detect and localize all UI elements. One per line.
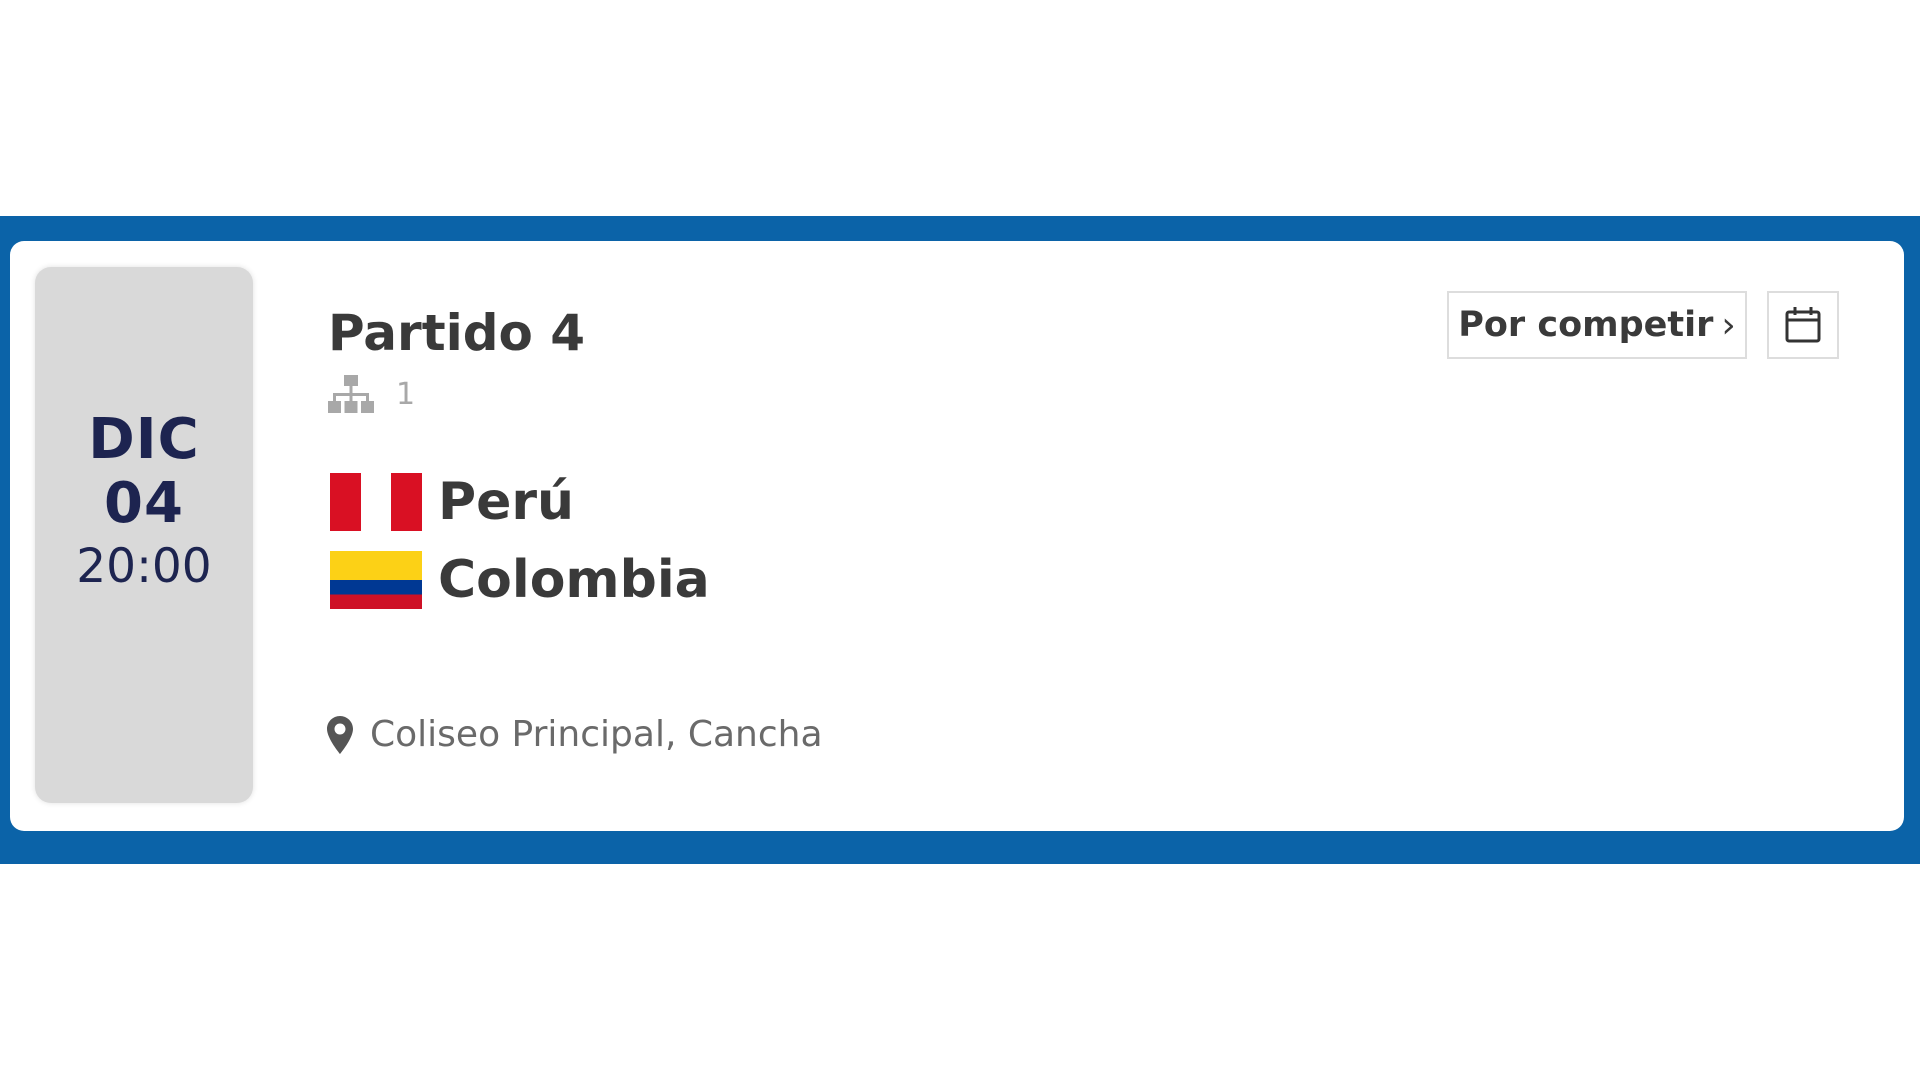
date-day: 04 (104, 471, 184, 536)
bracket-icon (328, 375, 374, 413)
team-name-peru: Perú (438, 472, 575, 532)
match-title: Partido 4 (328, 304, 586, 362)
peru-flag-icon (330, 473, 422, 531)
status-label: Por competir (1458, 305, 1714, 345)
team-name-colombia: Colombia (438, 550, 710, 610)
bracket-info: 1 (328, 375, 415, 415)
venue-info: Coliseo Principal, Cancha (326, 711, 823, 759)
venue-text: Coliseo Principal, Cancha (370, 714, 823, 755)
team-row-peru: Perú (330, 472, 574, 532)
chevron-right-icon: › (1721, 304, 1736, 346)
date-month: DIC (88, 407, 200, 472)
bracket-number: 1 (396, 377, 416, 412)
team-row-colombia: Colombia (330, 550, 710, 610)
colombia-flag-icon (330, 551, 422, 609)
location-pin-icon (327, 716, 353, 754)
match-card: DIC 04 20:00 Partido 4 1 Perú Colombia C… (10, 241, 1904, 831)
calendar-icon (1785, 307, 1821, 343)
status-button[interactable]: Por competir › (1447, 291, 1747, 359)
add-to-calendar-button[interactable] (1767, 291, 1839, 359)
date-panel: DIC 04 20:00 (35, 267, 253, 803)
date-time: 20:00 (76, 539, 212, 594)
